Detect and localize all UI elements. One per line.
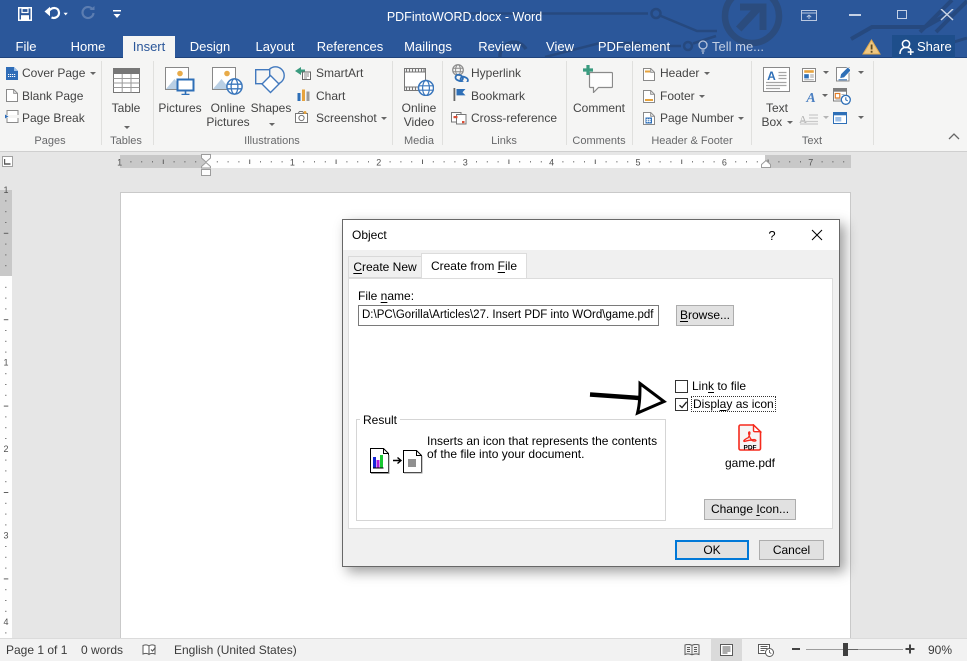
svg-text:PDF: PDF [744, 445, 757, 452]
svg-text:A: A [805, 91, 815, 103]
svg-text:1: 1 [290, 158, 295, 168]
svg-text:4: 4 [549, 158, 554, 168]
svg-text:1: 1 [3, 358, 8, 368]
svg-text:A: A [799, 114, 807, 125]
svg-text:A: A [767, 69, 776, 83]
svg-text:3: 3 [3, 530, 8, 540]
svg-text:5: 5 [635, 158, 640, 168]
svg-text:7: 7 [808, 158, 813, 168]
svg-text:3: 3 [463, 158, 468, 168]
svg-text:2: 2 [376, 158, 381, 168]
svg-text:4: 4 [3, 617, 8, 627]
svg-text:1: 1 [117, 158, 122, 168]
svg-text:1: 1 [3, 185, 8, 195]
svg-text:6: 6 [722, 158, 727, 168]
svg-text:2: 2 [3, 444, 8, 454]
